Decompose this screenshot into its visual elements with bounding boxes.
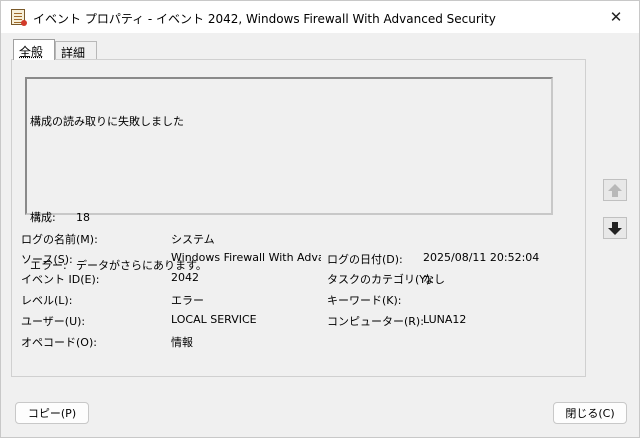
logged-value[interactable]: 2025/08/11 20:52:04 bbox=[423, 251, 583, 264]
computer-label: コンピューター(R): bbox=[327, 315, 424, 328]
keywords-label: キーワード(K): bbox=[327, 294, 402, 307]
log-name-value[interactable]: システム bbox=[171, 231, 321, 247]
level-label: レベル(L): bbox=[21, 294, 73, 307]
event-id-value[interactable]: 2042 bbox=[171, 271, 321, 284]
task-category-value[interactable]: なし bbox=[423, 271, 583, 287]
config-label: 構成: bbox=[30, 211, 56, 224]
previous-event-button[interactable] bbox=[603, 179, 627, 201]
tab-details[interactable]: 詳細 bbox=[55, 41, 97, 60]
description-line: 構成の読み取りに失敗しました bbox=[30, 115, 184, 128]
window-title: イベント プロパティ - イベント 2042, Windows Firewall… bbox=[33, 12, 496, 26]
tab-general[interactable]: 全般 bbox=[13, 39, 55, 60]
close-button[interactable]: 閉じる(C) bbox=[553, 402, 627, 424]
title-bar[interactable]: イベント プロパティ - イベント 2042, Windows Firewall… bbox=[1, 1, 639, 33]
next-event-button[interactable] bbox=[603, 217, 627, 239]
arrow-up-icon bbox=[608, 183, 622, 197]
event-description-box[interactable]: 構成の読み取りに失敗しました 構成: 18 エラー: データがさらにあります。 bbox=[25, 77, 553, 272]
config-value: 18 bbox=[76, 211, 90, 224]
close-icon[interactable]: ✕ bbox=[593, 1, 639, 32]
user-label: ユーザー(U): bbox=[21, 315, 86, 328]
arrow-down-icon bbox=[608, 221, 622, 235]
event-properties-window: イベント プロパティ - イベント 2042, Windows Firewall… bbox=[0, 0, 640, 438]
event-id-label: イベント ID(E): bbox=[21, 273, 100, 286]
source-value[interactable]: Windows Firewall With Advanced Security bbox=[171, 251, 321, 264]
source-label: ソース(S): bbox=[21, 253, 73, 266]
event-log-icon bbox=[11, 9, 27, 26]
copy-button[interactable]: コピー(P) bbox=[15, 402, 89, 424]
logged-label: ログの日付(D): bbox=[327, 253, 403, 266]
task-category-label: タスクのカテゴリ(Y): bbox=[327, 273, 435, 286]
opcode-value[interactable]: 情報 bbox=[171, 334, 321, 350]
user-value[interactable]: LOCAL SERVICE bbox=[171, 313, 321, 326]
level-value[interactable]: エラー bbox=[171, 292, 321, 308]
opcode-label: オペコード(O): bbox=[21, 336, 97, 349]
computer-value[interactable]: LUNA12 bbox=[423, 313, 583, 326]
log-name-label: ログの名前(M): bbox=[21, 233, 98, 246]
